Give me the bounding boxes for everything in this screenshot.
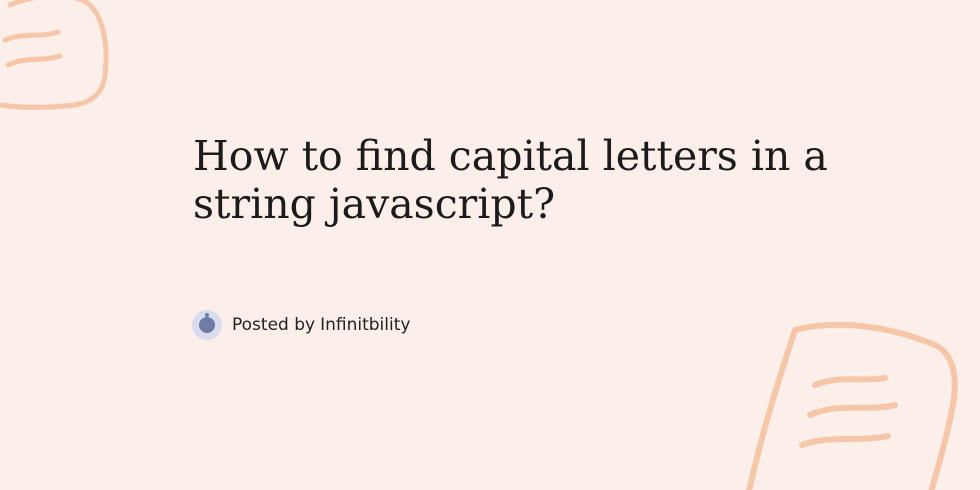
doodle-note-icon [746, 321, 958, 490]
avatar-core [199, 317, 215, 333]
post-title: How to find capital letters in a string … [193, 132, 828, 228]
doodle-scribble-icon [0, 0, 109, 110]
post-cover-card: How to find capital letters in a string … [0, 0, 980, 490]
byline-prefix: Posted by [232, 315, 316, 335]
post-byline: Posted by Infinitbility [192, 307, 410, 343]
byline-text: Posted by Infinitbility [232, 315, 410, 335]
author-name[interactable]: Infinitbility [320, 315, 410, 335]
author-avatar-icon [192, 310, 222, 340]
avatar-dot [205, 313, 209, 317]
